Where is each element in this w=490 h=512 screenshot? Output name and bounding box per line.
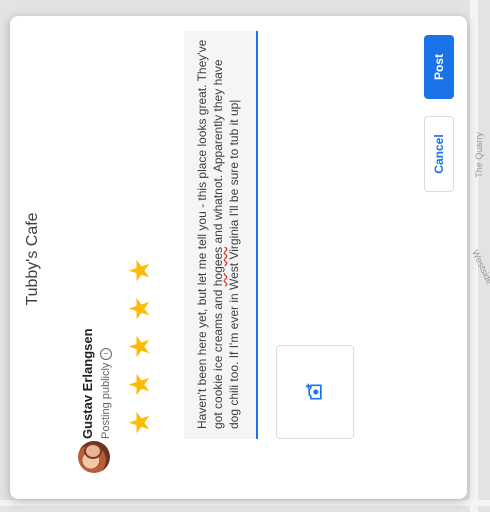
info-icon[interactable]: i — [100, 347, 112, 360]
add-photo-icon — [305, 383, 322, 400]
write-review-dialog: Tubby's Cafe Gustav Erlangsen Posting pu… — [10, 16, 467, 499]
map-road — [0, 500, 490, 506]
dialog-content: Tubby's Cafe Gustav Erlangsen Posting pu… — [10, 16, 467, 499]
star-icon[interactable]: ★ — [124, 370, 155, 399]
star-rating: ★ ★ ★ ★ ★ — [124, 256, 155, 437]
avatar — [78, 441, 110, 473]
post-button[interactable]: Post — [424, 35, 454, 99]
star-icon[interactable]: ★ — [124, 256, 155, 285]
map-label: The Quarry — [473, 132, 484, 178]
review-textarea[interactable]: Haven't been here yet, but let me tell y… — [184, 31, 258, 439]
cancel-button[interactable]: Cancel — [424, 116, 454, 192]
user-name: Gustav Erlangsen — [80, 328, 95, 439]
add-photo-button[interactable] — [276, 345, 354, 439]
star-icon[interactable]: ★ — [124, 332, 155, 361]
posting-label: Posting publicly — [100, 362, 112, 439]
review-text: Haven't been here yet, but let me tell y… — [194, 39, 242, 429]
posting-publicly: Posting publicly i — [100, 347, 112, 439]
misspelled-word: hogees — [211, 246, 225, 287]
star-icon[interactable]: ★ — [124, 294, 155, 323]
star-icon[interactable]: ★ — [124, 408, 155, 437]
place-title: Tubby's Cafe — [24, 212, 41, 306]
